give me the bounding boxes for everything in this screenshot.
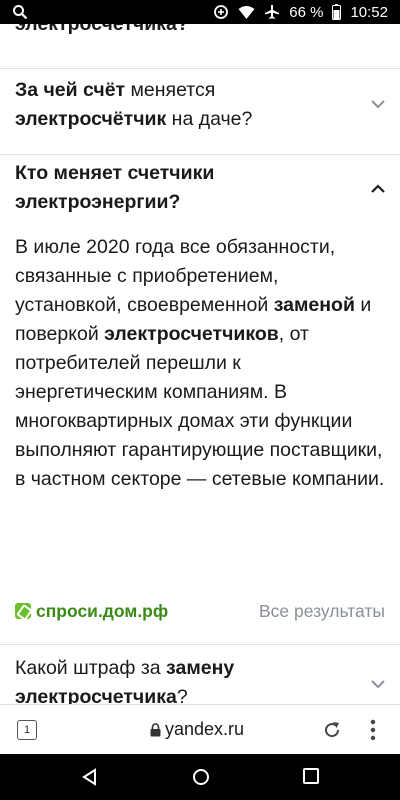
answer-source-row: спроси.дом.рф Все результаты: [0, 598, 400, 624]
airplane-icon: [264, 4, 280, 20]
menu-icon[interactable]: [370, 719, 376, 741]
recents-icon[interactable]: [302, 767, 320, 785]
back-icon[interactable]: [80, 767, 100, 787]
divider: [0, 644, 400, 645]
data-saver-icon: [213, 4, 229, 20]
search-icon: [12, 4, 28, 20]
divider: [0, 68, 400, 69]
system-navigation-bar: [0, 754, 400, 800]
chevron-down-icon[interactable]: [370, 676, 386, 692]
browser-address-bar: 1 yandex.ru: [0, 704, 400, 754]
wifi-icon: [238, 5, 255, 20]
source-link[interactable]: спроси.дом.рф: [36, 601, 168, 622]
faq-question: электросчетчика?: [15, 24, 189, 35]
faq-item-fine[interactable]: Какой штраф за замену электросчетчика?: [0, 654, 400, 704]
url-field[interactable]: yandex.ru: [150, 719, 244, 740]
clock: 10:52: [350, 3, 388, 21]
battery-icon: [332, 4, 342, 20]
chevron-down-icon[interactable]: [370, 96, 386, 112]
divider: [0, 154, 400, 155]
faq-question: Какой штраф за замену электросчетчика?: [15, 657, 235, 704]
faq-question: За чей счёт меняется электросчётчик на д…: [15, 79, 253, 130]
reload-icon[interactable]: [322, 720, 342, 740]
faq-item-who-pays[interactable]: За чей счёт меняется электросчётчик на д…: [0, 76, 400, 134]
search-results-content: электросчетчика? За чей счёт меняется эл…: [0, 24, 400, 704]
faq-answer: В июле 2020 года все обязанности, связан…: [15, 236, 385, 490]
faq-item-who-replaces[interactable]: Кто меняет счетчики электроэнергии?: [0, 159, 400, 217]
chevron-up-icon[interactable]: [370, 181, 386, 197]
tabs-button[interactable]: 1: [17, 720, 37, 740]
all-results-link[interactable]: Все результаты: [259, 601, 385, 622]
faq-question: Кто меняет счетчики электроэнергии?: [15, 162, 215, 213]
battery-percent: 66 %: [289, 3, 324, 21]
lock-icon: [150, 722, 161, 736]
status-bar: 66 % 10:52: [0, 0, 400, 24]
home-icon[interactable]: [191, 767, 211, 787]
faq-item-previous[interactable]: электросчетчика?: [0, 24, 400, 39]
source-favicon-icon: [15, 603, 31, 619]
